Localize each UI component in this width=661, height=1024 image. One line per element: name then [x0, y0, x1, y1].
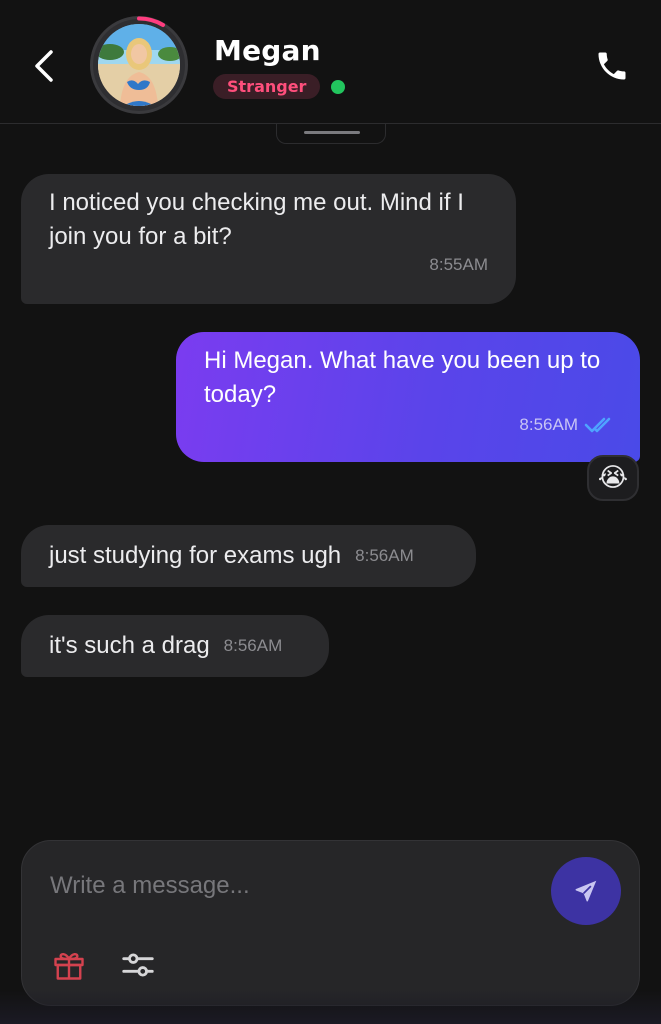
status-badge: Stranger — [213, 74, 321, 99]
settings-button[interactable] — [118, 945, 158, 985]
send-icon — [575, 880, 597, 902]
avatar[interactable] — [98, 24, 180, 106]
message-input[interactable] — [50, 859, 540, 913]
message-meta: 8:56AM — [519, 408, 612, 442]
phone-icon — [598, 52, 626, 80]
chat-header: Megan Stranger — [0, 0, 661, 124]
message-time: 8:56AM — [519, 415, 578, 434]
call-button[interactable] — [588, 42, 636, 90]
contact-name: Megan — [214, 34, 321, 67]
message-time: 8:56AM — [355, 546, 414, 565]
message-text: Hi Megan. What have you been up to today… — [204, 347, 601, 408]
message-incoming[interactable]: I noticed you checking me out. Mind if I… — [21, 174, 516, 304]
send-button[interactable] — [551, 857, 621, 925]
online-indicator — [331, 80, 345, 94]
double-check-icon — [584, 417, 611, 433]
pull-down-tab[interactable] — [276, 124, 386, 144]
message-reaction[interactable]: 😭 — [587, 455, 639, 501]
gift-button[interactable] — [50, 945, 88, 985]
crying-emoji-icon: 😭 — [597, 463, 629, 493]
message-incoming[interactable]: it's such a drag 8:56AM — [21, 615, 329, 677]
message-time: 8:56AM — [223, 636, 283, 655]
bottom-gradient — [0, 990, 661, 1024]
message-text: I noticed you checking me out. Mind if I… — [49, 189, 464, 250]
message-text: it's such a drag — [49, 632, 210, 659]
message-outgoing[interactable]: Hi Megan. What have you been up to today… — [176, 332, 640, 462]
pull-handle — [304, 131, 360, 134]
avatar-photo — [98, 24, 180, 106]
message-incoming[interactable]: just studying for exams ugh 8:56AM — [21, 525, 476, 587]
sliders-icon — [122, 953, 154, 977]
message-time: 8:55AM — [429, 255, 488, 274]
gift-icon — [54, 953, 84, 980]
back-button[interactable] — [22, 44, 66, 88]
message-composer — [21, 840, 640, 1006]
chevron-left-icon — [35, 50, 53, 82]
message-text: just studying for exams ugh — [49, 542, 342, 569]
